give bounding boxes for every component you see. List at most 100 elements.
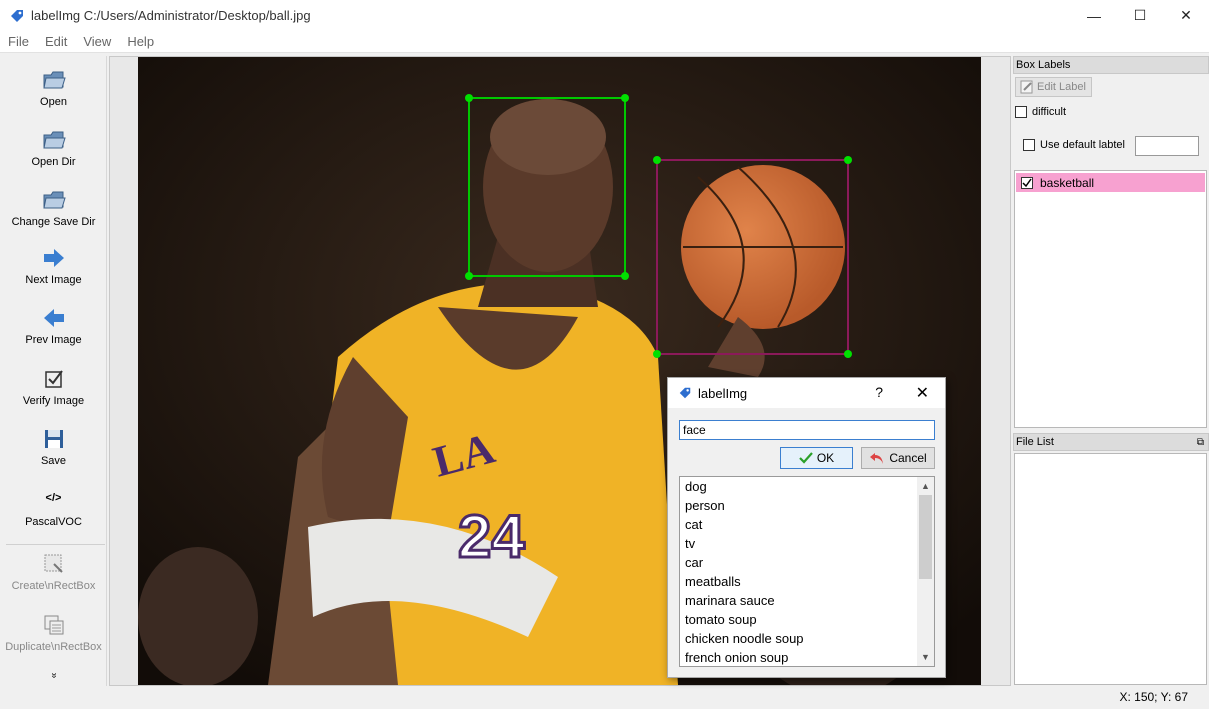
open-dir-button[interactable]: Open Dir — [0, 126, 107, 168]
list-item[interactable]: marinara sauce — [680, 591, 934, 610]
menu-help[interactable]: Help — [119, 34, 162, 49]
use-default-label-checkbox[interactable] — [1023, 139, 1035, 151]
use-default-label-text: Use default labtel — [1040, 139, 1125, 151]
open-button[interactable]: Open — [0, 66, 107, 108]
verify-image-button[interactable]: Verify Image — [0, 367, 107, 407]
file-list-title: File List ⧉ — [1013, 433, 1209, 451]
toolbar-more-button[interactable]: » — [0, 670, 107, 681]
open-label: Open — [40, 96, 67, 108]
difficult-checkbox[interactable] — [1015, 106, 1027, 118]
window-titlebar: labelImg C:/Users/Administrator/Desktop/… — [0, 0, 1209, 31]
close-window-button[interactable]: ✕ — [1163, 0, 1209, 31]
label-item-text: basketball — [1040, 175, 1095, 190]
chevron-down-icon[interactable]: ▼ — [917, 649, 934, 665]
label-options-list[interactable]: dog person cat tv car meatballs marinara… — [679, 476, 935, 667]
minimize-button[interactable]: — — [1071, 0, 1117, 31]
checkbox-check-icon — [44, 370, 63, 388]
list-item[interactable]: tomato soup — [680, 610, 934, 629]
undo-arrow-icon — [870, 453, 884, 464]
right-dock: Box Labels Edit Label difficult Use defa… — [1013, 56, 1209, 686]
create-rect-icon — [44, 554, 63, 573]
list-item[interactable]: cat — [680, 515, 934, 534]
list-scrollbar[interactable]: ▲ ▼ — [917, 477, 934, 666]
box-labels-title: Box Labels — [1013, 56, 1209, 74]
cancel-button[interactable]: Cancel — [861, 447, 935, 469]
chevron-double-down-icon: » — [48, 672, 59, 679]
box-handle[interactable] — [465, 94, 473, 102]
list-item[interactable]: car — [680, 553, 934, 572]
menu-file[interactable]: File — [0, 34, 37, 49]
labels-list[interactable]: basketball — [1014, 170, 1207, 428]
duplicate-icon — [44, 615, 63, 635]
change-save-dir-label: Change Save Dir — [11, 216, 96, 228]
next-image-label: Next Image — [25, 274, 82, 286]
duplicate-rectbox-label: Duplicate\nRectBox — [5, 641, 102, 653]
edit-label-button[interactable]: Edit Label — [1015, 77, 1092, 97]
file-list[interactable] — [1014, 453, 1207, 685]
ok-button[interactable]: OK — [780, 447, 853, 469]
label-visible-checkbox[interactable] — [1021, 176, 1033, 189]
box-handle[interactable] — [621, 272, 629, 280]
label-dialog: labelImg ? ✕ face OK Cancel dog person c… — [667, 377, 946, 678]
box-handle[interactable] — [653, 156, 661, 164]
label-item-basketball[interactable]: basketball — [1016, 173, 1205, 192]
box-handle[interactable] — [844, 156, 852, 164]
save-label: Save — [40, 455, 67, 467]
cursor-coordinates: X: 150; Y: 67 — [1119, 690, 1188, 704]
floppy-disk-icon — [44, 430, 63, 448]
folder-icon — [42, 71, 66, 89]
default-label-input[interactable] — [1135, 136, 1199, 156]
verify-image-label: Verify Image — [22, 395, 85, 407]
app-tag-icon — [11, 9, 23, 22]
list-item[interactable]: person — [680, 496, 934, 515]
duplicate-rectbox-button[interactable]: Duplicate\nRectBox — [0, 613, 107, 653]
crowd-blur — [138, 547, 258, 685]
list-item[interactable]: dog — [680, 477, 934, 496]
folder-icon — [42, 131, 66, 149]
box-handle[interactable] — [844, 350, 852, 358]
toolbar-separator — [6, 544, 105, 545]
edit-label-text: Edit Label — [1037, 81, 1086, 93]
next-image-button[interactable]: Next Image — [0, 246, 107, 286]
prev-image-button[interactable]: Prev Image — [0, 306, 107, 346]
box-handle[interactable] — [653, 350, 661, 358]
check-icon — [799, 452, 813, 464]
list-item[interactable]: chicken noodle soup — [680, 629, 934, 648]
box-handle[interactable] — [621, 94, 629, 102]
menu-view[interactable]: View — [75, 34, 119, 49]
dialog-close-button[interactable]: ✕ — [916, 383, 929, 403]
left-toolbar: Open Open Dir Change Save Dir Next Image… — [0, 56, 107, 686]
dialog-title: labelImg — [698, 385, 748, 401]
window-title: labelImg C:/Users/Administrator/Desktop/… — [31, 8, 311, 23]
arrow-right-icon — [43, 249, 64, 267]
dialog-titlebar: labelImg ? ✕ — [668, 378, 945, 408]
scroll-thumb[interactable] — [919, 495, 932, 579]
menubar: File Edit View Help — [0, 31, 1209, 53]
cancel-label: Cancel — [889, 451, 927, 465]
ok-label: OK — [816, 451, 835, 465]
save-button[interactable]: Save — [0, 427, 107, 467]
maximize-button[interactable]: ☐ — [1117, 0, 1163, 31]
list-item[interactable]: tv — [680, 534, 934, 553]
difficult-label: difficult — [1032, 106, 1067, 118]
create-rectbox-button[interactable]: Create\nRectBox — [0, 552, 107, 592]
statusbar: X: 150; Y: 67 — [0, 686, 1209, 709]
create-rectbox-label: Create\nRectBox — [11, 580, 96, 592]
dialog-help-button[interactable]: ? — [875, 384, 883, 400]
open-dir-label: Open Dir — [31, 156, 76, 168]
pencil-icon — [1020, 80, 1033, 94]
change-save-dir-button[interactable]: Change Save Dir — [0, 186, 107, 228]
list-item[interactable]: french onion soup — [680, 648, 934, 666]
undock-icon[interactable]: ⧉ — [1197, 435, 1204, 451]
file-list-title-text: File List — [1016, 436, 1054, 448]
svg-text:24: 24 — [458, 503, 525, 570]
box-handle[interactable] — [465, 272, 473, 280]
label-text-input[interactable]: face — [679, 420, 935, 440]
list-item[interactable]: meatballs — [680, 572, 934, 591]
chevron-up-icon[interactable]: ▲ — [917, 478, 934, 494]
format-label: PascalVOC — [25, 516, 82, 528]
prev-image-label: Prev Image — [25, 334, 82, 346]
menu-edit[interactable]: Edit — [37, 34, 75, 49]
check-icon — [1022, 178, 1032, 187]
format-toggle-button[interactable]: </> PascalVOC — [0, 492, 107, 528]
